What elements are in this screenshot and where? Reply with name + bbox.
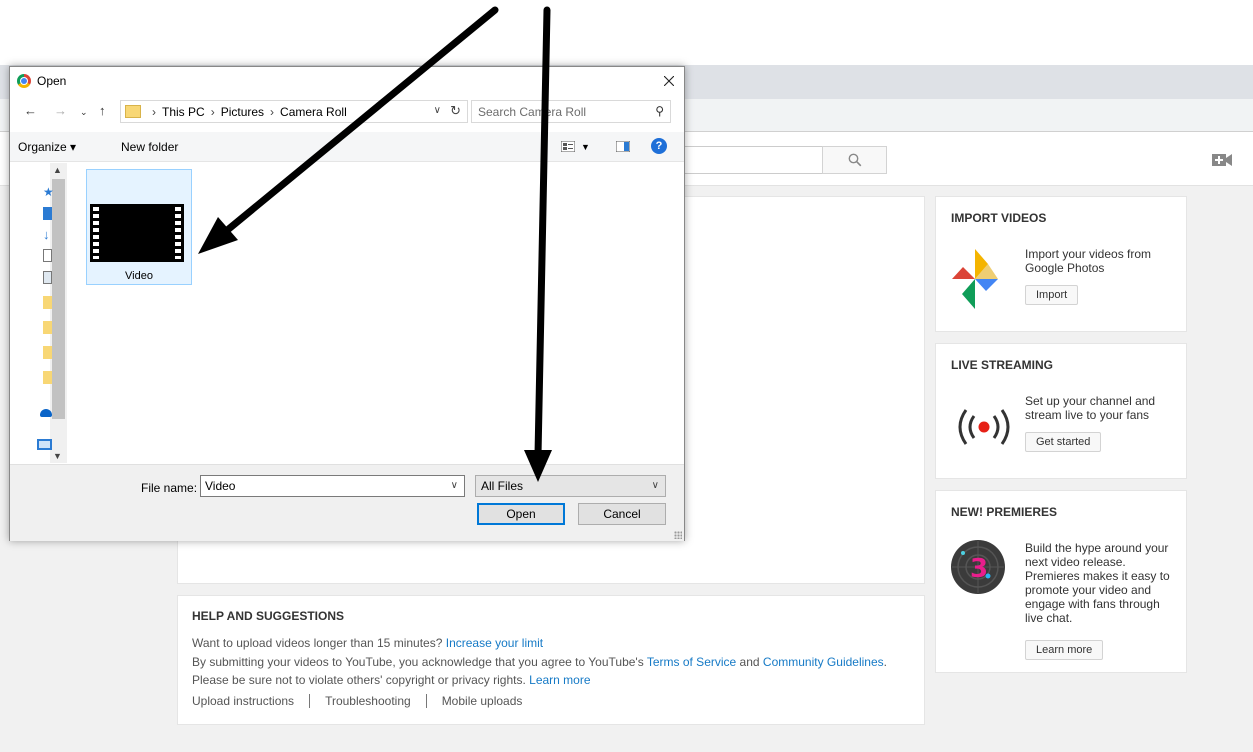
- file-item-name[interactable]: Video: [86, 270, 192, 282]
- divider: [309, 694, 311, 708]
- resize-grip-icon[interactable]: [674, 531, 682, 539]
- community-guidelines-link[interactable]: Community Guidelines: [763, 655, 884, 669]
- documents-folder-icon[interactable]: [43, 249, 52, 262]
- file-type-select[interactable]: All Files ∨: [475, 475, 666, 497]
- forward-arrow-icon[interactable]: →: [54, 103, 67, 118]
- video-file-icon[interactable]: [90, 204, 184, 262]
- dialog-bottom-panel: File name: Video ∨ All Files ∨ Open Canc…: [10, 464, 684, 541]
- chevron-down-icon[interactable]: ∨: [451, 480, 458, 491]
- address-bar[interactable]: › This PC › Pictures › Camera Roll ∨ ↻: [120, 100, 468, 123]
- file-name-field[interactable]: Video ∨: [200, 475, 465, 497]
- copyright-learn-more-link[interactable]: Learn more: [529, 673, 590, 687]
- help-line-copyright: Please be sure not to violate others' co…: [192, 673, 591, 687]
- file-name-label: File name:: [141, 481, 198, 495]
- refresh-icon[interactable]: ↻: [450, 103, 461, 119]
- breadcrumb-separator-icon: ›: [270, 104, 275, 119]
- open-file-dialog: Open ← → ⌄ ↑ › This PC › Pictures › Came…: [9, 66, 685, 541]
- folder-icon[interactable]: [43, 321, 52, 334]
- dialog-title: Open: [37, 74, 67, 88]
- chevron-down-icon[interactable]: ∨: [434, 105, 441, 116]
- live-streaming-title: LIVE STREAMING: [951, 358, 1054, 372]
- search-icon: [848, 153, 861, 167]
- google-photos-icon: [952, 249, 998, 309]
- change-view-icon[interactable]: [561, 141, 575, 152]
- navigation-pane: ▲ ▼ ★ ↓: [10, 163, 68, 463]
- divider: [425, 694, 427, 708]
- get-started-button[interactable]: Get started: [1025, 432, 1102, 452]
- live-broadcast-icon: [958, 409, 1010, 445]
- breadcrumb-pictures[interactable]: Pictures: [221, 105, 264, 119]
- breadcrumb-camera-roll[interactable]: Camera Roll: [280, 105, 347, 119]
- folder-icon[interactable]: [43, 346, 52, 359]
- breadcrumb-this-pc[interactable]: This PC: [162, 105, 205, 119]
- help-title: HELP AND SUGGESTIONS: [192, 609, 345, 623]
- recent-locations-chevron-icon[interactable]: ⌄: [80, 107, 88, 118]
- youtube-search-button[interactable]: [822, 146, 887, 174]
- open-button[interactable]: Open: [477, 503, 565, 525]
- live-streaming-card: LIVE STREAMING Set up your channel and s…: [935, 343, 1187, 479]
- svg-text:3: 3: [970, 554, 988, 584]
- help-line-terms: By submitting your videos to YouTube, yo…: [192, 655, 887, 669]
- scroll-down-icon[interactable]: ▼: [53, 451, 62, 461]
- view-options-chevron-icon[interactable]: ▼: [581, 142, 590, 152]
- import-videos-text: Import your videos from Google Photos: [1025, 247, 1152, 275]
- quick-access-star-icon[interactable]: ★: [43, 185, 54, 199]
- close-button[interactable]: [654, 67, 684, 95]
- help-icon[interactable]: ?: [651, 138, 667, 154]
- folder-icon[interactable]: [43, 296, 52, 309]
- search-camera-roll-input[interactable]: Search Camera Roll ⚲: [471, 100, 671, 123]
- desktop-folder-icon[interactable]: [43, 207, 52, 220]
- dialog-title-bar[interactable]: Open: [10, 67, 684, 95]
- premieres-card: NEW! PREMIERES 3 Build the hype around y…: [935, 490, 1187, 673]
- increase-limit-link[interactable]: Increase your limit: [446, 636, 543, 650]
- new-folder-button[interactable]: New folder: [121, 140, 178, 154]
- up-arrow-icon[interactable]: ↑: [99, 103, 106, 118]
- import-button[interactable]: Import: [1025, 285, 1079, 305]
- breadcrumb-separator-icon: ›: [210, 104, 215, 119]
- preview-pane-icon[interactable]: [616, 141, 630, 152]
- onedrive-cloud-icon[interactable]: [40, 409, 52, 417]
- video-camera-plus-icon[interactable]: [1212, 152, 1232, 168]
- learn-more-button[interactable]: Learn more: [1025, 640, 1104, 660]
- search-icon: ⚲: [655, 104, 664, 118]
- pictures-folder-icon[interactable]: [43, 271, 52, 284]
- file-name-value: Video: [205, 479, 236, 493]
- this-pc-icon[interactable]: [37, 439, 52, 450]
- organize-menu[interactable]: Organize ▾: [18, 140, 76, 154]
- import-videos-title: IMPORT VIDEOS: [951, 211, 1047, 225]
- file-type-value: All Files: [481, 479, 524, 493]
- upload-instructions-link[interactable]: Upload instructions: [192, 694, 294, 708]
- breadcrumb-separator-icon: ›: [152, 104, 156, 119]
- dialog-navigation-bar: ← → ⌄ ↑ › This PC › Pictures › Camera Ro…: [10, 99, 684, 125]
- cancel-button[interactable]: Cancel: [578, 503, 666, 525]
- help-links-row: Upload instructions Troubleshooting Mobi…: [192, 694, 522, 708]
- folder-icon: [125, 105, 141, 118]
- terms-of-service-link[interactable]: Terms of Service: [647, 655, 736, 669]
- premieres-title: NEW! PREMIERES: [951, 505, 1058, 519]
- premieres-countdown-icon: 3: [951, 540, 1005, 594]
- import-videos-card: IMPORT VIDEOS Import your videos from Go…: [935, 196, 1187, 332]
- back-arrow-icon[interactable]: ←: [24, 103, 37, 118]
- chevron-down-icon: ∨: [651, 480, 659, 491]
- chrome-icon: [17, 74, 31, 88]
- downloads-folder-icon[interactable]: ↓: [43, 227, 50, 242]
- navigation-scrollbar-thumb[interactable]: [52, 179, 65, 419]
- help-line-limit: Want to upload videos longer than 15 min…: [192, 636, 544, 650]
- troubleshooting-link[interactable]: Troubleshooting: [325, 694, 411, 708]
- mobile-uploads-link[interactable]: Mobile uploads: [442, 694, 523, 708]
- search-placeholder: Search Camera Roll: [478, 104, 587, 119]
- folder-icon[interactable]: [43, 371, 52, 384]
- close-icon: [664, 76, 674, 86]
- dialog-command-bar: Organize ▾ New folder ▼ ?: [10, 132, 684, 162]
- live-streaming-text: Set up your channel and stream live to y…: [1025, 394, 1156, 422]
- premieres-text: Build the hype around your next video re…: [1025, 541, 1170, 625]
- scroll-up-icon[interactable]: ▲: [53, 165, 62, 175]
